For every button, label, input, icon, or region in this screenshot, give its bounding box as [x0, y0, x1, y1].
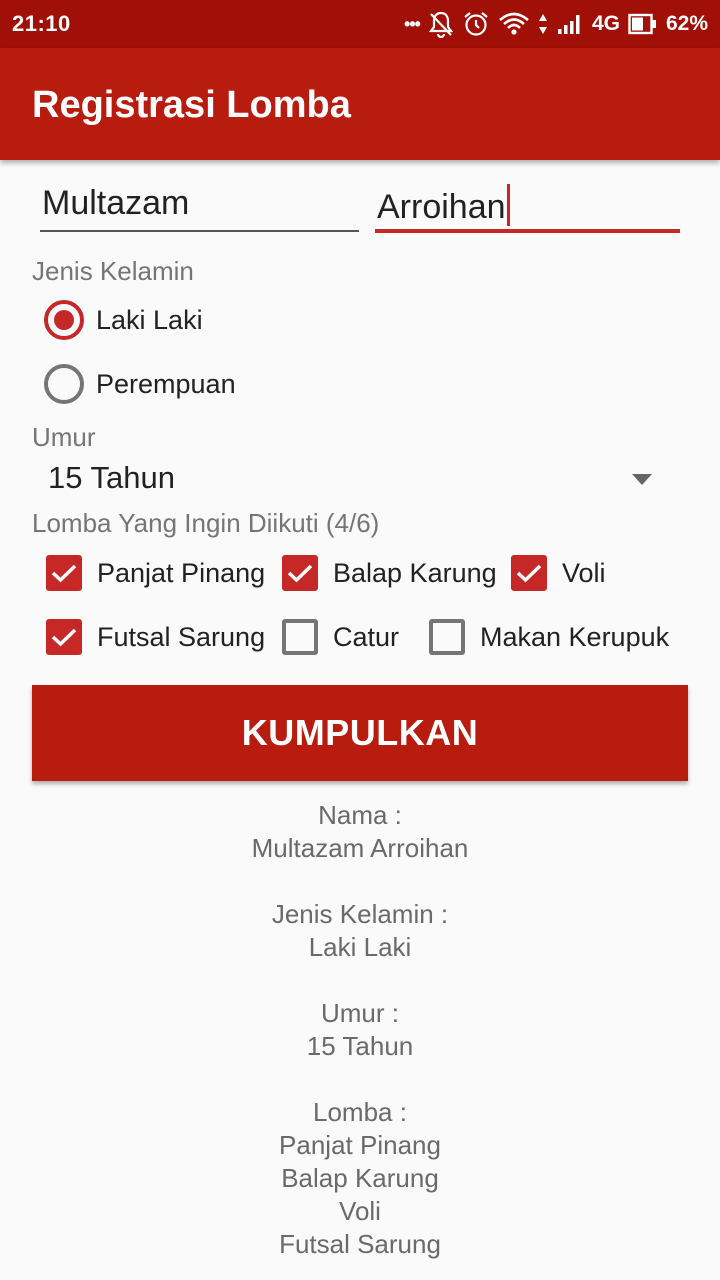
- contest-label: Lomba Yang Ingin Diikuti (4/6): [32, 508, 380, 538]
- last-name-underline: [375, 229, 680, 233]
- result-contest-item: Balap Karung: [281, 1163, 439, 1193]
- radio-perempuan[interactable]: Perempuan: [44, 362, 236, 406]
- check-icon: [516, 564, 542, 583]
- last-name-field[interactable]: Arroihan: [375, 176, 680, 233]
- checkbox-label: Panjat Pinang: [97, 557, 266, 588]
- gender-label: Jenis Kelamin: [32, 256, 194, 286]
- checkbox-box: [282, 555, 318, 591]
- result-summary: Nama : Multazam Arroihan Jenis Kelamin :…: [0, 799, 720, 1261]
- result-contest-item: Panjat Pinang: [279, 1130, 441, 1160]
- checkbox-label: Voli: [562, 557, 606, 588]
- check-icon: [51, 628, 77, 647]
- result-gender-value: Laki Laki: [308, 932, 412, 962]
- checkbox-box: [282, 619, 318, 655]
- checkbox-futsal-sarung[interactable]: Futsal Sarung: [46, 617, 265, 657]
- age-spinner[interactable]: 15 Tahun: [32, 456, 662, 502]
- status-icons: ••• 4G 62%: [404, 9, 708, 39]
- checkbox-catur[interactable]: Catur: [282, 617, 399, 657]
- result-age-label: Umur :: [321, 998, 399, 1028]
- last-name-text: Arroihan: [377, 188, 506, 226]
- signal-icon: [556, 12, 584, 36]
- radio-button-unchecked: [44, 364, 84, 404]
- checkbox-label: Catur: [333, 621, 400, 652]
- data-arrows-icon: [538, 12, 548, 36]
- notifications-off-icon: [428, 10, 454, 38]
- checkbox-label: Makan Kerupuk: [480, 621, 670, 652]
- radio-label: Laki Laki: [96, 304, 203, 335]
- first-name-value: Multazam: [42, 184, 190, 222]
- network-type: 4G: [591, 12, 620, 35]
- app-bar: Registrasi Lomba: [0, 48, 720, 160]
- check-icon: [287, 564, 313, 583]
- first-name-underline: [40, 230, 359, 232]
- status-bar: 21:10 ••• 4G 62%: [0, 0, 720, 48]
- checkbox-panjat-pinang[interactable]: Panjat Pinang: [46, 553, 265, 593]
- battery-icon: [628, 13, 658, 35]
- checkbox-box: [46, 555, 82, 591]
- submit-button[interactable]: KUMPULKAN: [32, 685, 688, 781]
- checkbox-box: [429, 619, 465, 655]
- wifi-icon: [498, 11, 530, 37]
- result-contest-item: Futsal Sarung: [279, 1229, 441, 1259]
- result-age-value: 15 Tahun: [306, 1031, 414, 1061]
- checkbox-voli[interactable]: Voli: [511, 553, 606, 593]
- checkbox-makan-kerupuk[interactable]: Makan Kerupuk: [429, 617, 669, 657]
- age-spinner-value: 15 Tahun: [48, 460, 175, 495]
- result-name-label: Nama :: [318, 800, 402, 830]
- result-gender-label: Jenis Kelamin :: [271, 899, 449, 929]
- radio-label: Perempuan: [96, 368, 236, 399]
- checkbox-label: Balap Karung: [333, 557, 497, 588]
- checkbox-balap-karung[interactable]: Balap Karung: [282, 553, 497, 593]
- checkbox-box: [46, 619, 82, 655]
- last-name-value: Arroihan: [377, 184, 510, 227]
- checkbox-label: Futsal Sarung: [97, 621, 266, 652]
- age-label: Umur: [32, 422, 96, 452]
- alarm-icon: [462, 10, 490, 38]
- dropdown-arrow-icon: [632, 474, 652, 485]
- result-name-value: Multazam Arroihan: [251, 833, 469, 863]
- result-contest-label: Lomba :: [313, 1097, 407, 1127]
- checkbox-box: [511, 555, 547, 591]
- result-contest-item: Voli: [339, 1196, 381, 1226]
- status-time: 21:10: [12, 11, 71, 36]
- radio-laki-laki[interactable]: Laki Laki: [44, 298, 203, 342]
- radio-button-checked: [44, 300, 84, 340]
- more-dots: •••: [404, 13, 421, 34]
- check-icon: [51, 564, 77, 583]
- first-name-field[interactable]: Multazam: [40, 176, 359, 232]
- app-title: Registrasi Lomba: [32, 84, 351, 126]
- battery-percent: 62%: [665, 12, 708, 35]
- text-cursor: [506, 184, 510, 226]
